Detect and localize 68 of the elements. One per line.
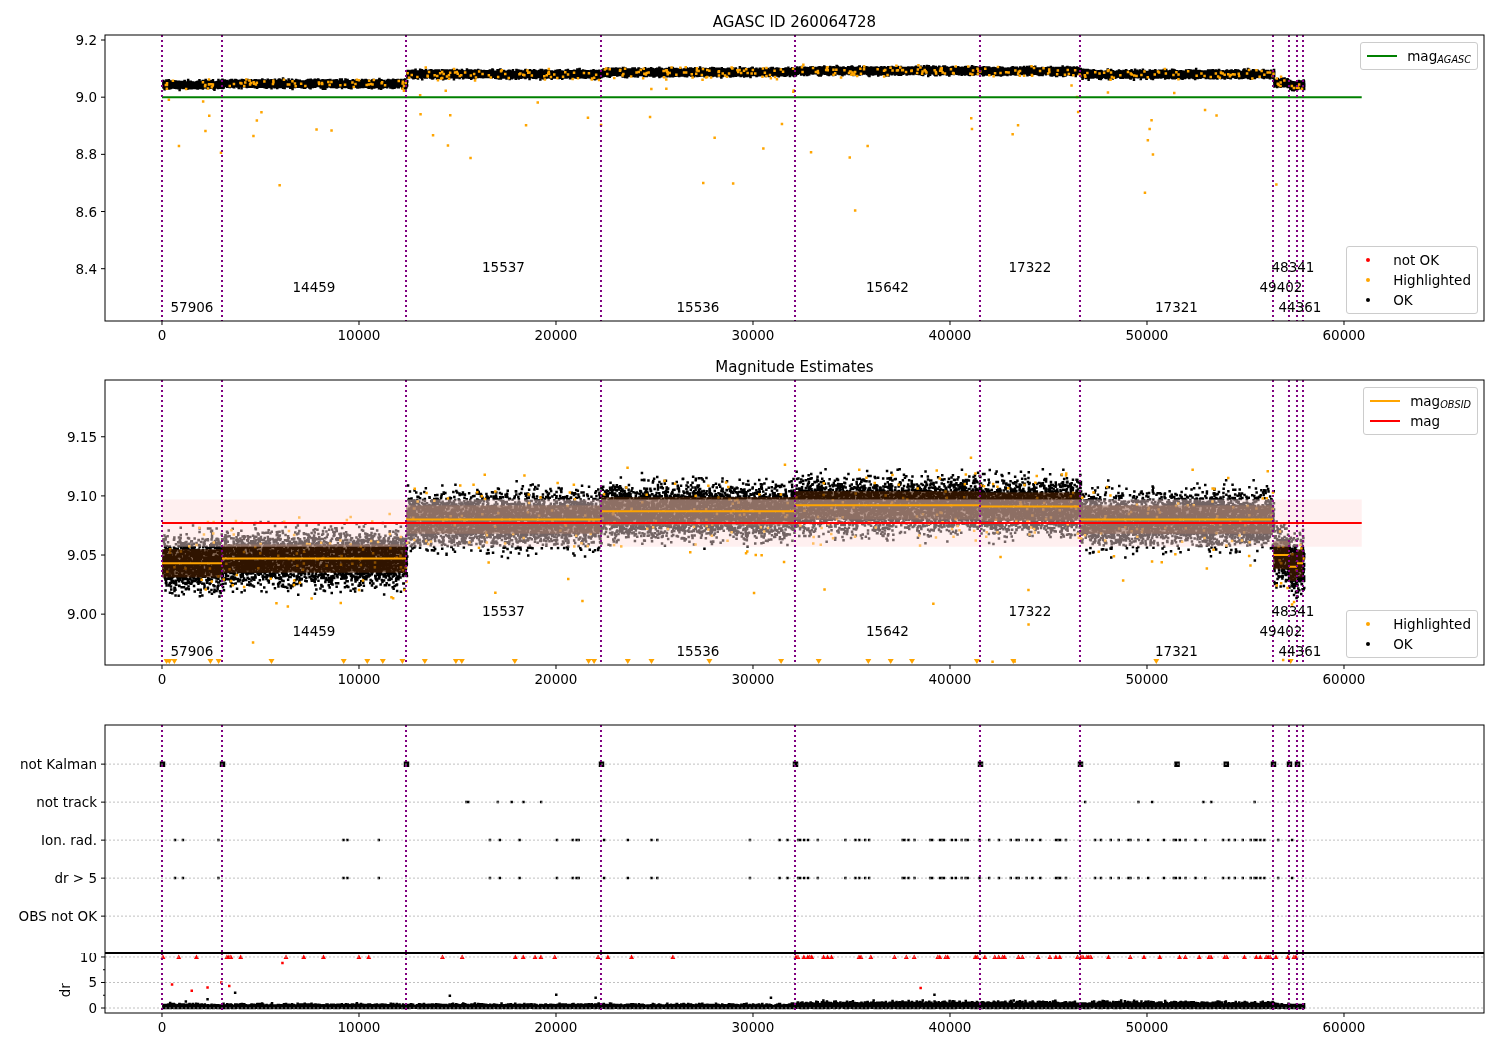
tick-label: 0 xyxy=(157,1019,167,1035)
legend-label: OK xyxy=(1393,635,1413,654)
tick-label: 9.15 xyxy=(66,428,97,445)
tick-label: 8.8 xyxy=(75,146,97,163)
tick-label: 30000 xyxy=(731,1019,775,1035)
obsid-label: 17321 xyxy=(1155,643,1198,659)
tick-label: 60000 xyxy=(1322,671,1366,687)
tick-label: not track xyxy=(36,794,97,811)
tick-label: 50000 xyxy=(1125,671,1169,687)
tick-label: 40000 xyxy=(928,671,972,687)
tick-label: 60000 xyxy=(1322,327,1366,343)
obsid-label: 14459 xyxy=(292,279,336,295)
obsid-label: 48341 xyxy=(1271,603,1315,619)
legend-label: Highlighted xyxy=(1393,615,1471,634)
tick-label: 9.0 xyxy=(75,89,97,106)
obsid-label: 14459 xyxy=(292,623,336,639)
tick-label: 9.10 xyxy=(66,487,97,504)
tick-label: 5 xyxy=(88,974,97,991)
obsid-label: 15537 xyxy=(482,603,525,619)
tick-label: 40000 xyxy=(928,1019,972,1035)
tick-label: 9.05 xyxy=(66,547,97,563)
tick-label: 0 xyxy=(157,327,167,343)
tick-label: 50000 xyxy=(1125,327,1169,343)
legend-label: not OK xyxy=(1393,251,1440,270)
tick-label: 0 xyxy=(88,1000,97,1016)
tick-label: OBS not OK xyxy=(18,908,97,925)
obsid-label: 17321 xyxy=(1155,299,1198,315)
tick-label: 10000 xyxy=(337,671,381,687)
tick-label: Ion. rad. xyxy=(40,832,97,849)
obsid-label: 15642 xyxy=(866,279,909,295)
tick-label: 0 xyxy=(157,671,167,687)
obsid-label: 17322 xyxy=(1008,603,1052,619)
obsid-label: 15537 xyxy=(482,259,525,275)
obsid-label: 44361 xyxy=(1278,299,1322,315)
tick-label: 20000 xyxy=(534,671,578,687)
obsid-label: 49402 xyxy=(1259,623,1303,639)
tick-label: 30000 xyxy=(731,327,775,343)
obsid-label: 57906 xyxy=(170,643,214,659)
obsid-label: 17322 xyxy=(1008,259,1052,275)
obsid-label: 48341 xyxy=(1271,259,1315,275)
tick-label: 20000 xyxy=(534,1019,578,1035)
tick-label: dr > 5 xyxy=(54,870,97,887)
chart-title: AGASC ID 260064728 xyxy=(712,13,877,31)
obsid-label: 49402 xyxy=(1259,279,1303,295)
obsid-label: 15642 xyxy=(866,623,909,639)
tick-label: not Kalman xyxy=(19,756,97,773)
obsid-label: 15536 xyxy=(676,643,720,659)
tick-label: 40000 xyxy=(928,327,972,343)
tick-label: 9.2 xyxy=(75,32,97,48)
obsid-label: 15536 xyxy=(676,299,720,315)
tick-label: 10000 xyxy=(337,1019,381,1035)
obsid-label: 44361 xyxy=(1278,643,1322,659)
axis-label: dr xyxy=(57,983,73,998)
legend-label: mag xyxy=(1410,412,1441,431)
obsid-label: 57906 xyxy=(170,299,214,315)
tick-label: 9.00 xyxy=(66,606,97,623)
tick-label: 8.4 xyxy=(75,260,97,277)
tick-label: 30000 xyxy=(731,671,775,687)
legend-label: mag$_{OBSID}$ xyxy=(1410,392,1471,411)
tick-label: 20000 xyxy=(534,327,578,343)
legend-label: OK xyxy=(1393,291,1413,310)
legend-label: Highlighted xyxy=(1393,271,1471,290)
tick-label: 50000 xyxy=(1125,1019,1169,1035)
tick-label: 10000 xyxy=(337,327,381,343)
tick-label: 60000 xyxy=(1322,1019,1366,1035)
tick-label: 8.6 xyxy=(75,203,97,220)
legend-label: mag$_{AGASC}$ xyxy=(1407,47,1471,66)
chart-title: Magnitude Estimates xyxy=(715,358,874,376)
